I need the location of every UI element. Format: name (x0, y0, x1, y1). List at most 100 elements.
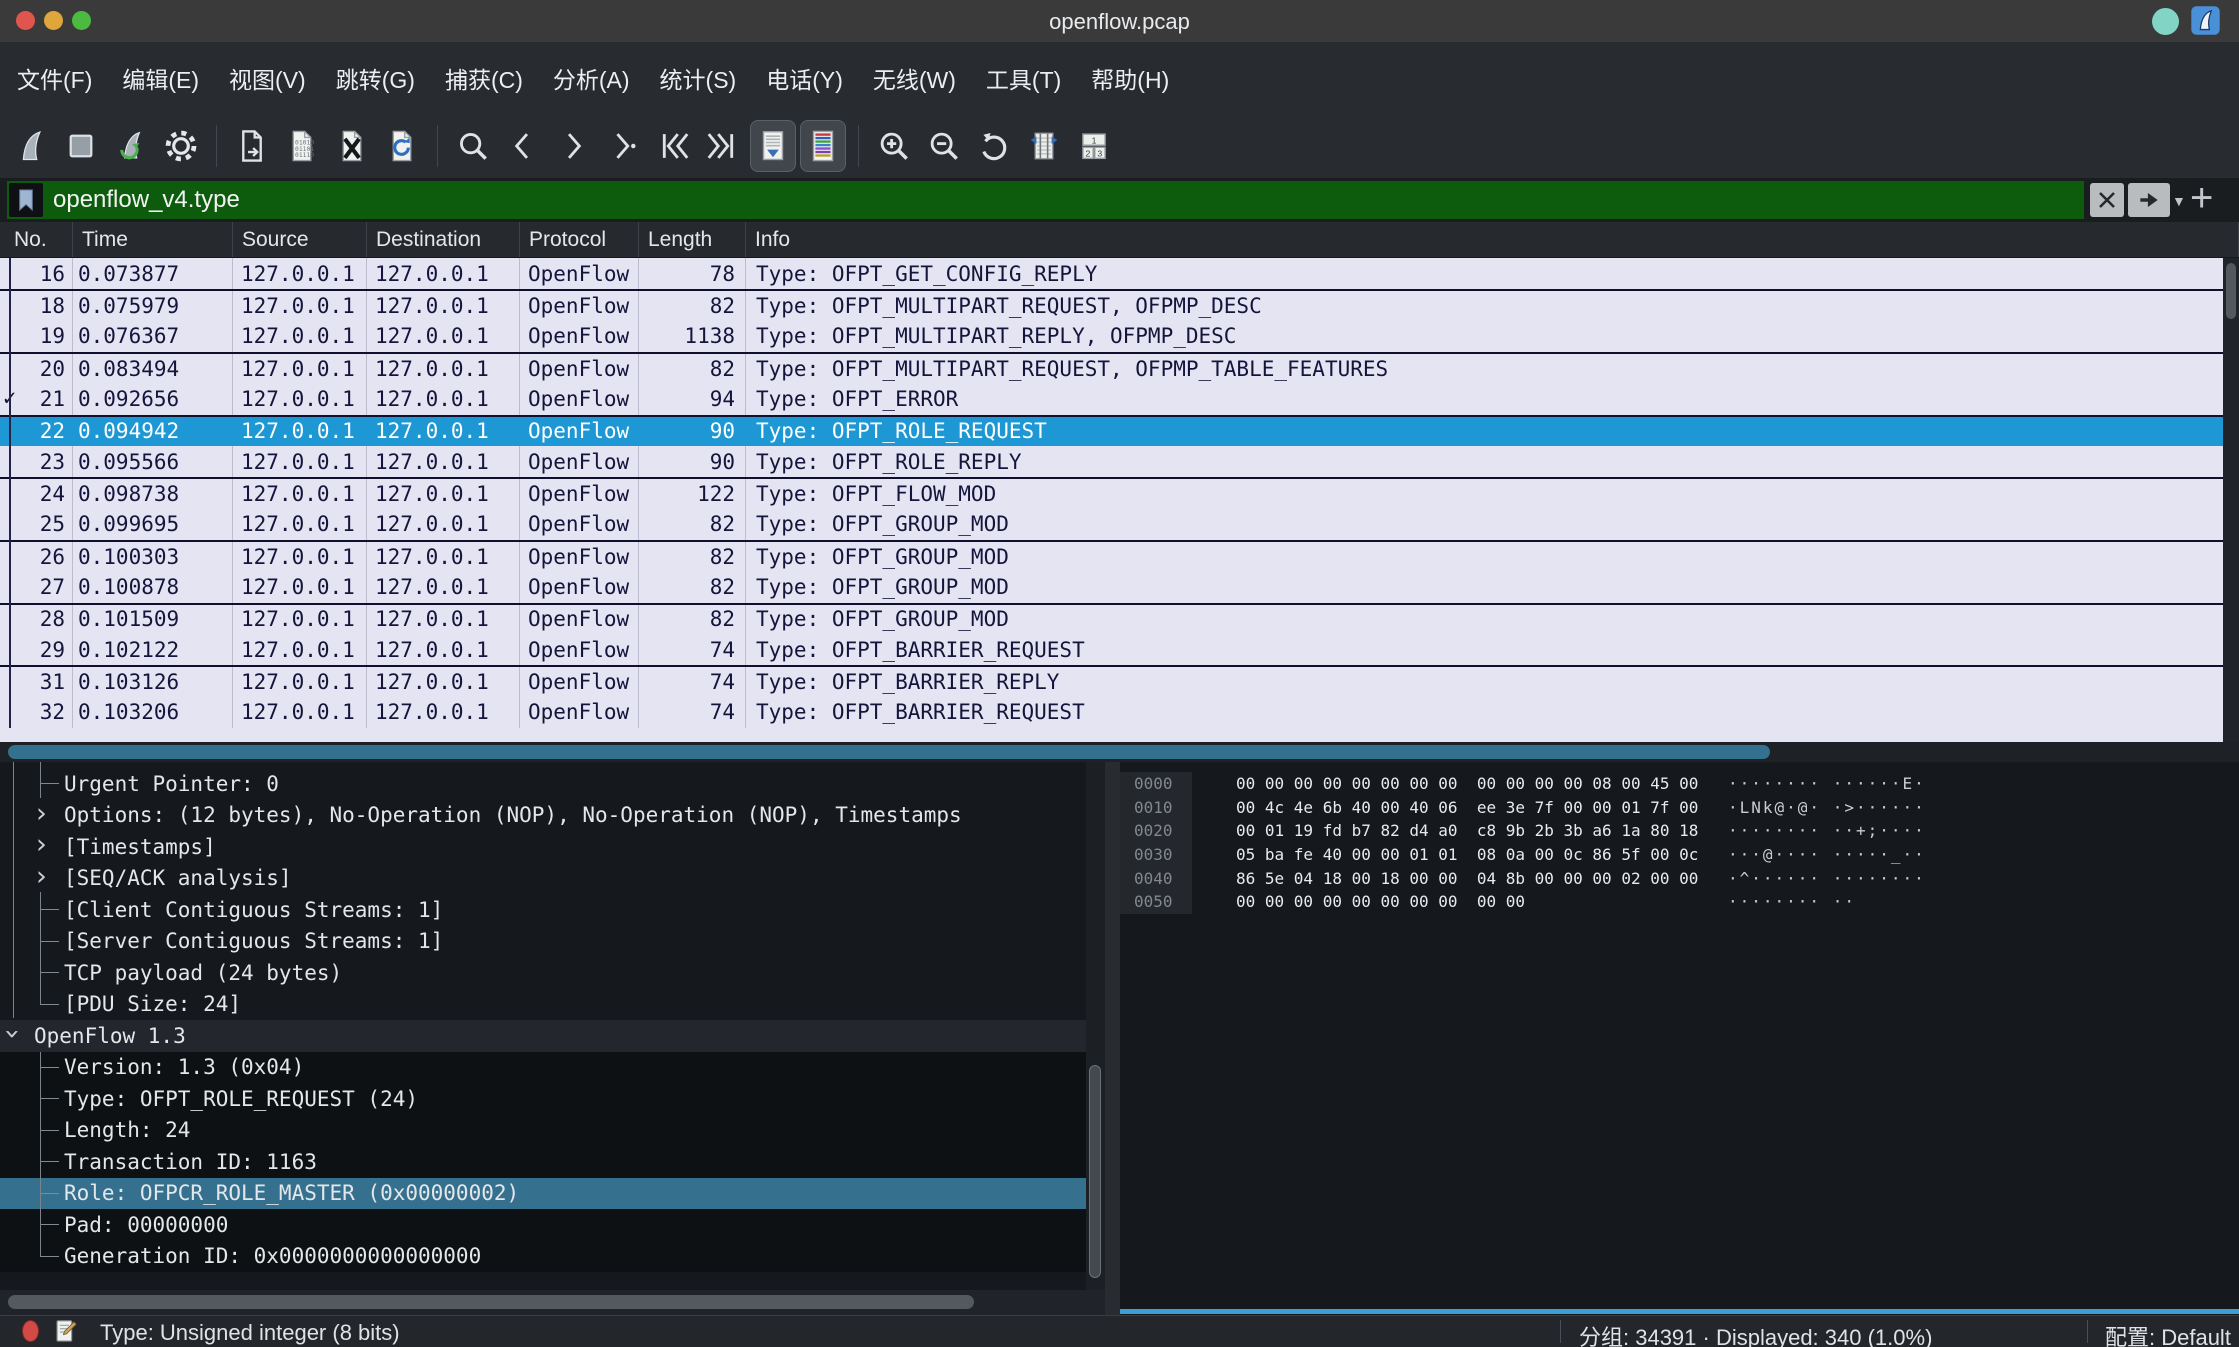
hex-row[interactable]: 000000 00 00 00 00 00 00 00 00 00 00 00 … (1120, 772, 2239, 796)
go-back-icon[interactable] (500, 120, 546, 172)
column-header-no[interactable]: No. (0, 222, 73, 257)
packet-row[interactable]: 320.103206127.0.0.1127.0.0.1OpenFlow74Ty… (0, 697, 2239, 728)
packet-row[interactable]: 230.095566127.0.0.1127.0.0.1OpenFlow90Ty… (0, 446, 2239, 477)
capture-comment-icon[interactable] (52, 1318, 79, 1347)
go-forward-icon[interactable] (550, 120, 596, 172)
hex-row[interactable]: 003005 ba fe 40 00 00 01 01 08 0a 00 0c … (1120, 843, 2239, 867)
detail-row[interactable]: Role: OFPCR_ROLE_MASTER (0x00000002) (0, 1178, 1105, 1210)
filter-clear-button[interactable] (2090, 183, 2124, 217)
packet-row[interactable]: 190.076367127.0.0.1127.0.0.1OpenFlow1138… (0, 321, 2239, 352)
detail-row[interactable]: Type: OFPT_ROLE_REQUEST (24) (0, 1083, 1105, 1115)
packet-row[interactable]: 220.094942127.0.0.1127.0.0.1OpenFlow90Ty… (0, 415, 2239, 446)
hex-row[interactable]: 005000 00 00 00 00 00 00 00 00 00·······… (1120, 890, 2239, 914)
detail-row[interactable]: ›OpenFlow 1.3 (0, 1020, 1105, 1052)
menu-item[interactable]: 文件(F) (2, 51, 107, 105)
packet-row[interactable]: 240.098738127.0.0.1127.0.0.1OpenFlow122T… (0, 477, 2239, 508)
packet-row[interactable]: 210.092656127.0.0.1127.0.0.1OpenFlow94Ty… (0, 383, 2239, 414)
collapse-chevron-icon[interactable]: › (0, 1023, 28, 1045)
save-file-icon[interactable]: 010100110101110 (279, 120, 325, 172)
packet-row[interactable]: 310.103126127.0.0.1127.0.0.1OpenFlow74Ty… (0, 665, 2239, 696)
resize-columns-icon[interactable] (1021, 120, 1067, 172)
menu-item[interactable]: 视图(V) (214, 51, 321, 105)
filter-add-button[interactable]: + (2190, 176, 2213, 221)
menu-item[interactable]: 统计(S) (645, 51, 752, 105)
restart-capture-icon[interactable] (108, 120, 154, 172)
hex-row[interactable]: 002000 01 19 fd b7 82 d4 a0 c8 9b 2b 3b … (1120, 819, 2239, 843)
column-header-destination[interactable]: Destination (367, 222, 520, 257)
column-header-time[interactable]: Time (73, 222, 233, 257)
auto-scroll-icon[interactable] (750, 120, 796, 172)
expand-chevron-icon[interactable]: › (30, 829, 52, 861)
menu-item[interactable]: 电话(Y) (751, 51, 858, 105)
column-header-source[interactable]: Source (233, 222, 367, 257)
go-last-icon[interactable] (700, 120, 746, 172)
menu-item[interactable]: 分析(A) (538, 51, 645, 105)
go-to-packet-icon[interactable] (600, 120, 646, 172)
menu-item[interactable]: 跳转(G) (321, 51, 430, 105)
column-header-protocol[interactable]: Protocol (520, 222, 639, 257)
go-first-icon[interactable] (650, 120, 696, 172)
filter-apply-button[interactable] (2128, 183, 2170, 217)
packet-row[interactable]: 260.100303127.0.0.1127.0.0.1OpenFlow82Ty… (0, 540, 2239, 571)
cell-protocol: OpenFlow (520, 697, 639, 728)
status-profile[interactable]: 配置: Default (2105, 1320, 2231, 1347)
menu-item[interactable]: 工具(T) (971, 51, 1076, 105)
details-vscrollbar-thumb[interactable] (1089, 1065, 1101, 1278)
detail-row[interactable]: ›Options: (12 bytes), No-Operation (NOP)… (0, 800, 1105, 832)
zoom-in-icon[interactable] (871, 120, 917, 172)
detail-row[interactable]: Generation ID: 0x0000000000000000 (0, 1241, 1105, 1273)
detail-row[interactable]: [PDU Size: 24] (0, 989, 1105, 1021)
detail-row[interactable]: TCP payload (24 bytes) (0, 957, 1105, 989)
detail-row[interactable]: Pad: 00000000 (0, 1209, 1105, 1241)
detail-row[interactable]: Transaction ID: 1163 (0, 1146, 1105, 1178)
filter-dropdown-caret-icon[interactable]: ▼ (2172, 193, 2186, 209)
detail-row[interactable]: Version: 1.3 (0x04) (0, 1052, 1105, 1084)
open-file-icon[interactable] (229, 120, 275, 172)
normalize-columns-icon[interactable]: 123 (1071, 120, 1117, 172)
packet-list-vscrollbar-thumb[interactable] (2226, 263, 2236, 319)
close-file-icon[interactable] (329, 120, 375, 172)
hex-row[interactable]: 001000 4c 4e 6b 40 00 40 06 ee 3e 7f 00 … (1120, 796, 2239, 820)
wireshark-app-icon (2190, 5, 2221, 41)
cell-destination: 127.0.0.1 (367, 383, 520, 414)
packet-row[interactable]: 180.075979127.0.0.1127.0.0.1OpenFlow82Ty… (0, 289, 2239, 320)
packet-row[interactable]: 280.101509127.0.0.1127.0.0.1OpenFlow82Ty… (0, 603, 2239, 634)
detail-row[interactable]: ›[Timestamps] (0, 831, 1105, 863)
packet-list-hscrollbar-thumb[interactable] (8, 745, 1770, 759)
hex-row[interactable]: 004086 5e 04 18 00 18 00 00 04 8b 00 00 … (1120, 866, 2239, 890)
expert-info-icon[interactable] (22, 1320, 39, 1342)
zoom-reset-icon[interactable] (971, 120, 1017, 172)
packet-row[interactable]: 290.102122127.0.0.1127.0.0.1OpenFlow74Ty… (0, 634, 2239, 665)
find-packet-icon[interactable] (450, 120, 496, 172)
capture-options-icon[interactable] (158, 120, 204, 172)
detail-row[interactable]: [Server Contiguous Streams: 1] (0, 926, 1105, 958)
detail-row[interactable]: ›[SEQ/ACK analysis] (0, 863, 1105, 895)
colorize-icon[interactable] (800, 120, 846, 172)
zoom-out-icon[interactable] (921, 120, 967, 172)
pane-splitter[interactable] (1105, 762, 1120, 1315)
column-header-length[interactable]: Length (639, 222, 746, 257)
packet-row[interactable]: 250.099695127.0.0.1127.0.0.1OpenFlow82Ty… (0, 509, 2239, 540)
packet-row[interactable]: 160.073877127.0.0.1127.0.0.1OpenFlow78Ty… (0, 258, 2239, 289)
display-filter-input[interactable]: openflow_v4.type (7, 181, 2084, 219)
filter-bookmark-icon[interactable] (9, 183, 43, 217)
packet-row[interactable]: 200.083494127.0.0.1127.0.0.1OpenFlow82Ty… (0, 352, 2239, 383)
detail-row[interactable]: Urgent Pointer: 0 (0, 768, 1105, 800)
menu-item[interactable]: 无线(W) (858, 51, 971, 105)
menu-item[interactable]: 编辑(E) (107, 51, 214, 105)
cell-time: 0.100303 (73, 542, 233, 571)
reload-file-icon[interactable] (379, 120, 425, 172)
expand-chevron-icon[interactable]: › (30, 798, 52, 830)
menu-item[interactable]: 捕获(C) (430, 51, 538, 105)
expand-chevron-icon[interactable]: › (30, 861, 52, 893)
start-capture-icon[interactable] (8, 120, 54, 172)
details-hscrollbar-thumb[interactable] (8, 1295, 974, 1309)
cell-destination: 127.0.0.1 (367, 417, 520, 446)
toolbar-separator (858, 125, 859, 167)
detail-row[interactable]: [Client Contiguous Streams: 1] (0, 894, 1105, 926)
detail-row[interactable]: Length: 24 (0, 1115, 1105, 1147)
column-header-info[interactable]: Info (746, 222, 2239, 257)
packet-row[interactable]: 270.100878127.0.0.1127.0.0.1OpenFlow82Ty… (0, 571, 2239, 602)
stop-capture-icon[interactable] (58, 120, 104, 172)
menu-item[interactable]: 帮助(H) (1076, 51, 1184, 105)
